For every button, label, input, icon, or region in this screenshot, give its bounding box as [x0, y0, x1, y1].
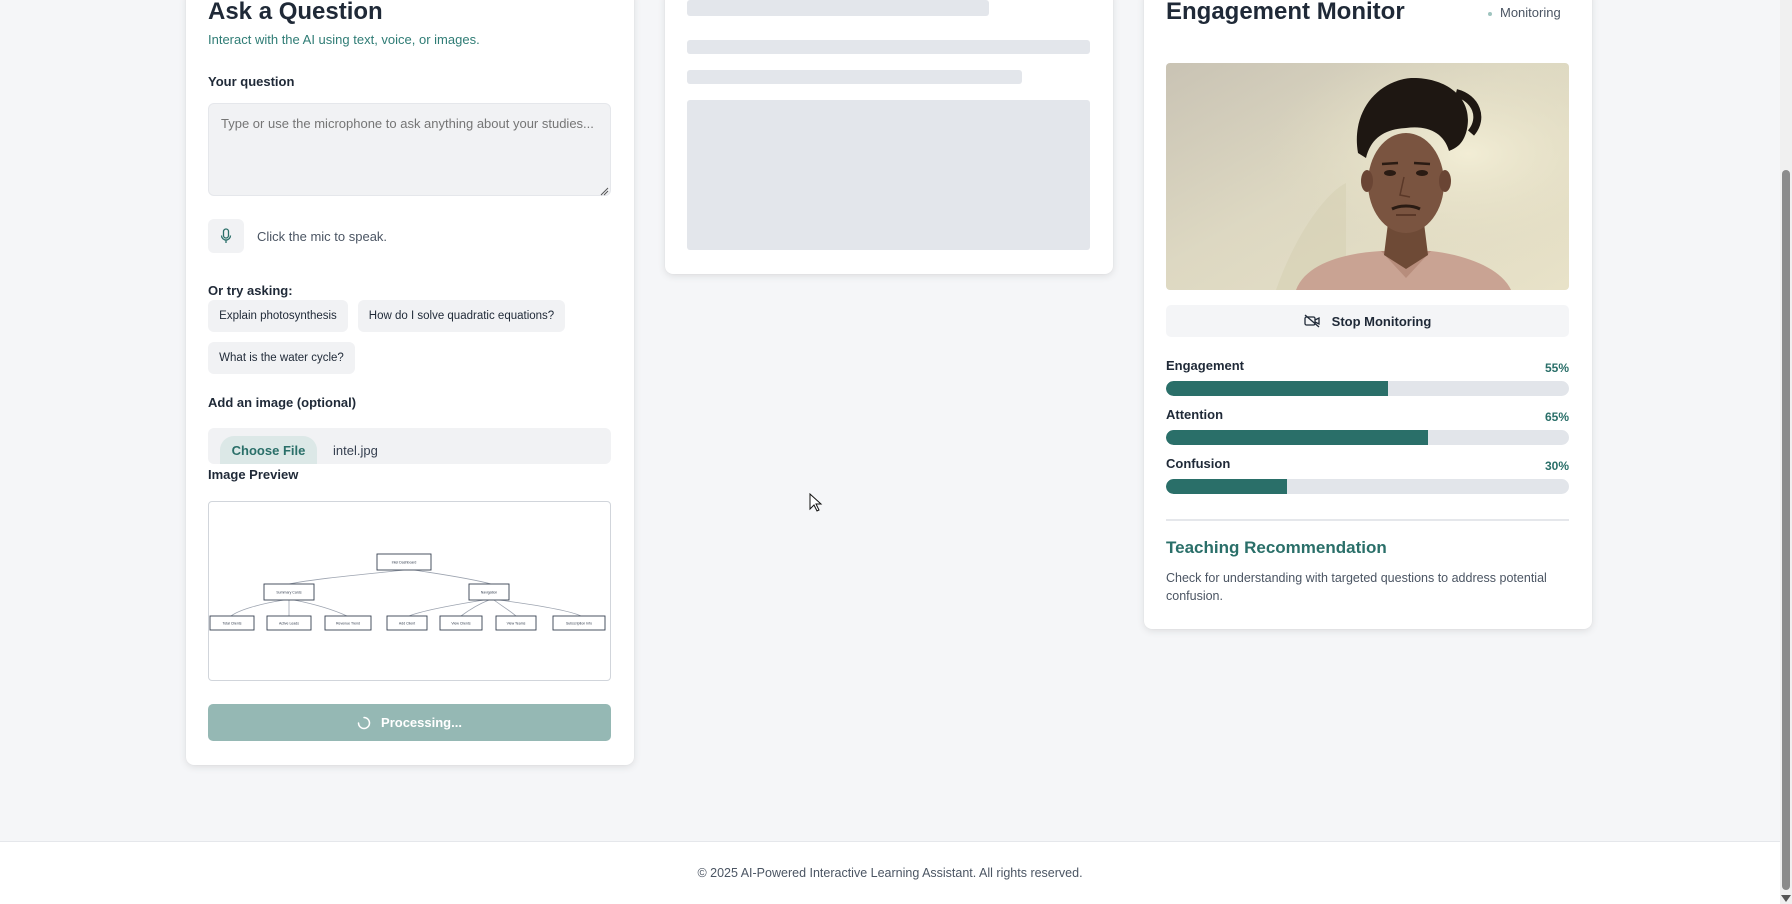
- status-dot-icon: [1488, 12, 1492, 16]
- file-input[interactable]: Choose File intel.jpg: [208, 428, 611, 464]
- mouse-cursor-icon: [809, 493, 823, 512]
- teaching-recommendation-text: Check for understanding with targeted qu…: [1166, 571, 1547, 603]
- scrollbar-thumb[interactable]: [1782, 170, 1790, 890]
- attention-progress-bar: [1166, 430, 1569, 445]
- suggestions-label: Or try asking:: [208, 283, 293, 298]
- webcam-image: [1166, 63, 1569, 290]
- image-upload-label: Add an image (optional): [208, 395, 357, 410]
- scroll-down-arrow-icon[interactable]: [1781, 895, 1791, 902]
- diagram-node: Active Leads: [279, 622, 299, 626]
- ask-question-card: Ask a Question Interact with the AI usin…: [186, 0, 634, 765]
- image-preview: Intel Dashboard Summary Cards Navigation…: [208, 501, 611, 681]
- choose-file-button[interactable]: Choose File: [220, 436, 317, 464]
- spinner-icon: [357, 716, 371, 729]
- engagement-monitor-title: Engagement Monitor: [1166, 0, 1405, 25]
- diagram-node: View Clients: [451, 622, 470, 626]
- suggestion-chip[interactable]: What is the water cycle?: [208, 342, 355, 374]
- engagement-progress-bar: [1166, 381, 1569, 396]
- diagram-node-root: Intel Dashboard: [392, 561, 417, 565]
- footer: © 2025 AI-Powered Interactive Learning A…: [0, 841, 1780, 904]
- ask-question-title: Ask a Question: [208, 0, 383, 25]
- metric-label-attention: Attention: [1166, 407, 1224, 422]
- page-scrollbar[interactable]: [1780, 0, 1792, 904]
- microphone-icon: [220, 228, 232, 243]
- engagement-progress-fill: [1166, 381, 1388, 396]
- processing-button[interactable]: Processing...: [208, 704, 611, 741]
- webcam-feed: [1166, 63, 1569, 290]
- microphone-button[interactable]: [208, 219, 244, 253]
- footer-copyright: © 2025 AI-Powered Interactive Learning A…: [697, 866, 1083, 880]
- attention-progress-fill: [1166, 430, 1428, 445]
- engagement-monitor-card: Engagement Monitor Monitoring Stop Monit…: [1144, 0, 1592, 629]
- ask-question-subtitle: Interact with the AI using text, voice, …: [208, 32, 480, 47]
- processing-label: Processing...: [381, 715, 462, 730]
- image-preview-label: Image Preview: [208, 467, 299, 482]
- diagram-node: Summary Cards: [276, 591, 302, 595]
- divider: [1166, 519, 1569, 521]
- confusion-progress-fill: [1166, 479, 1287, 494]
- skeleton-line: [687, 70, 1022, 84]
- stop-monitoring-button[interactable]: Stop Monitoring: [1166, 305, 1569, 337]
- camera-off-icon: [1304, 314, 1320, 328]
- question-input[interactable]: [208, 103, 611, 196]
- metric-label-engagement: Engagement: [1166, 358, 1245, 373]
- metric-value-confusion: 30%: [1544, 459, 1569, 473]
- resize-grip-icon[interactable]: [599, 186, 609, 196]
- suggestion-chip[interactable]: Explain photosynthesis: [208, 300, 348, 332]
- diagram-node: View Teams: [507, 622, 526, 626]
- skeleton-block: [687, 100, 1090, 250]
- diagram-node: Total Clients: [222, 622, 241, 626]
- diagram-node: Add Client: [399, 622, 415, 626]
- diagram-node: Revenue Trend: [336, 622, 360, 626]
- loading-skeleton-card: [665, 0, 1113, 274]
- metric-label-confusion: Confusion: [1166, 456, 1231, 471]
- suggestion-chip[interactable]: How do I solve quadratic equations?: [358, 300, 565, 332]
- teaching-recommendation-title: Teaching Recommendation: [1166, 538, 1387, 557]
- monitoring-status: Monitoring: [1500, 5, 1561, 20]
- metric-value-attention: 65%: [1544, 410, 1569, 424]
- skeleton-line: [687, 40, 1090, 54]
- confusion-progress-bar: [1166, 479, 1569, 494]
- page: Ask a Question Interact with the AI usin…: [0, 0, 1780, 904]
- mic-hint: Click the mic to speak.: [257, 229, 388, 244]
- diagram-node: Navigation: [481, 591, 498, 595]
- diagram-preview-image: Intel Dashboard Summary Cards Navigation…: [209, 553, 606, 631]
- stop-monitoring-label: Stop Monitoring: [1331, 313, 1432, 329]
- metric-value-engagement: 55%: [1544, 361, 1569, 375]
- question-label: Your question: [208, 74, 295, 89]
- skeleton-line: [687, 0, 989, 16]
- diagram-node: Subscription Info: [566, 622, 592, 626]
- file-name: intel.jpg: [333, 443, 378, 458]
